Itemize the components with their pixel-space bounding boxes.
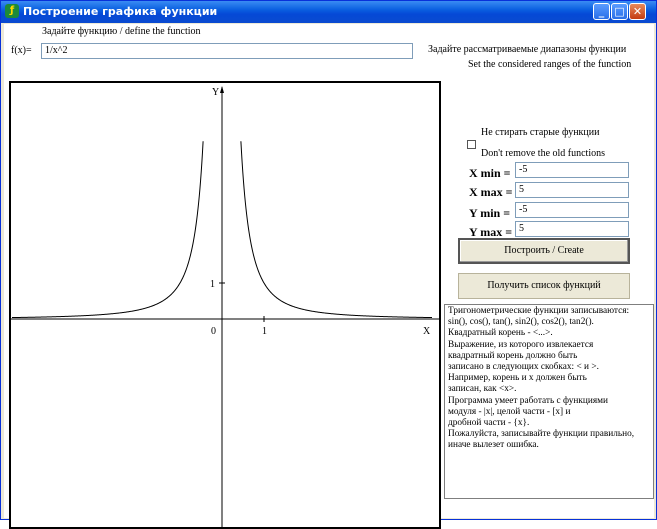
help-line: модуля - |x|, целой части - [x] и [448, 406, 571, 417]
y-axis-arrow [220, 86, 224, 93]
help-line: Тригонометрические функции записываются: [448, 306, 630, 316]
x-tick-label: 1 [262, 326, 267, 337]
x-axis-label: X [423, 326, 431, 337]
origin-label: 0 [211, 326, 216, 337]
maximize-button[interactable]: □ [611, 3, 628, 20]
minimize-button[interactable]: _ [593, 3, 610, 20]
help-line: квадратный корень должно быть [448, 350, 578, 361]
window-title: Построение графика функции [23, 5, 218, 18]
function-input[interactable]: 1/x^2 [41, 43, 413, 59]
help-line: sin(), cos(), tan(), sin2(), cos2(), tan… [448, 317, 594, 328]
function-label: f(x)= [11, 45, 32, 56]
keep-old-label-en: Don't remove the old functions [481, 148, 605, 159]
help-line: Например, корень и x должен быть [448, 373, 587, 384]
graph-panel[interactable]: Y X 0 1 1 [9, 81, 441, 529]
function-plot: Y X 0 1 1 [11, 86, 439, 527]
curve-branch-right [240, 141, 433, 319]
title-bar[interactable]: ƒ Построение графика функции _ □ ✕ [1, 1, 656, 23]
close-button[interactable]: ✕ [629, 3, 646, 20]
help-text-area[interactable]: Тригонометрические функции записываются:… [444, 304, 654, 499]
xmax-input[interactable]: 5 [515, 182, 629, 198]
xmin-input[interactable]: -5 [515, 162, 629, 178]
maximize-icon: □ [614, 5, 625, 18]
xmin-label: X min = [469, 166, 511, 180]
help-line: Пожалуйста, записывайте функции правильн… [448, 429, 635, 440]
help-line: записан, как <x>. [448, 384, 517, 395]
y-axis-label: Y [212, 87, 219, 98]
help-line: записано в следующих скобках: < и >. [448, 362, 599, 373]
help-line: Программа умеет работать с функциями [448, 395, 608, 406]
y-tick-label: 1 [210, 279, 215, 290]
help-line: Выражение, из которого извлекается [448, 339, 594, 350]
minimize-icon: _ [598, 5, 605, 18]
keep-old-checkbox[interactable] [467, 140, 476, 149]
curve-branch-left [11, 141, 204, 319]
xmax-label: X max = [469, 185, 513, 199]
ranges-heading-ru: Задайте рассматриваемые диапазоны функци… [428, 44, 627, 55]
create-button[interactable]: Построить / Create [458, 238, 630, 264]
help-line: Квадратный корень - <...>. [448, 328, 553, 339]
ranges-heading-en: Set the considered ranges of the functio… [468, 59, 632, 70]
ymin-label: Y min = [469, 206, 511, 220]
ymin-input[interactable]: -5 [515, 202, 629, 218]
close-icon: ✕ [632, 5, 643, 18]
function-prompt: Задайте функцию / define the function [42, 26, 201, 37]
help-line: иначе вылезет ошибка. [448, 440, 539, 451]
app-window: ƒ Построение графика функции _ □ ✕ Задай… [0, 0, 657, 529]
keep-old-label-ru: Не стирать старые функции [481, 127, 600, 138]
list-functions-button[interactable]: Получить список функций [458, 273, 630, 299]
app-icon: ƒ [5, 4, 19, 18]
client-area: Задайте функцию / define the function f(… [4, 24, 654, 529]
help-line: дробной части - {x}. [448, 418, 530, 429]
ymax-input[interactable]: 5 [515, 221, 629, 237]
